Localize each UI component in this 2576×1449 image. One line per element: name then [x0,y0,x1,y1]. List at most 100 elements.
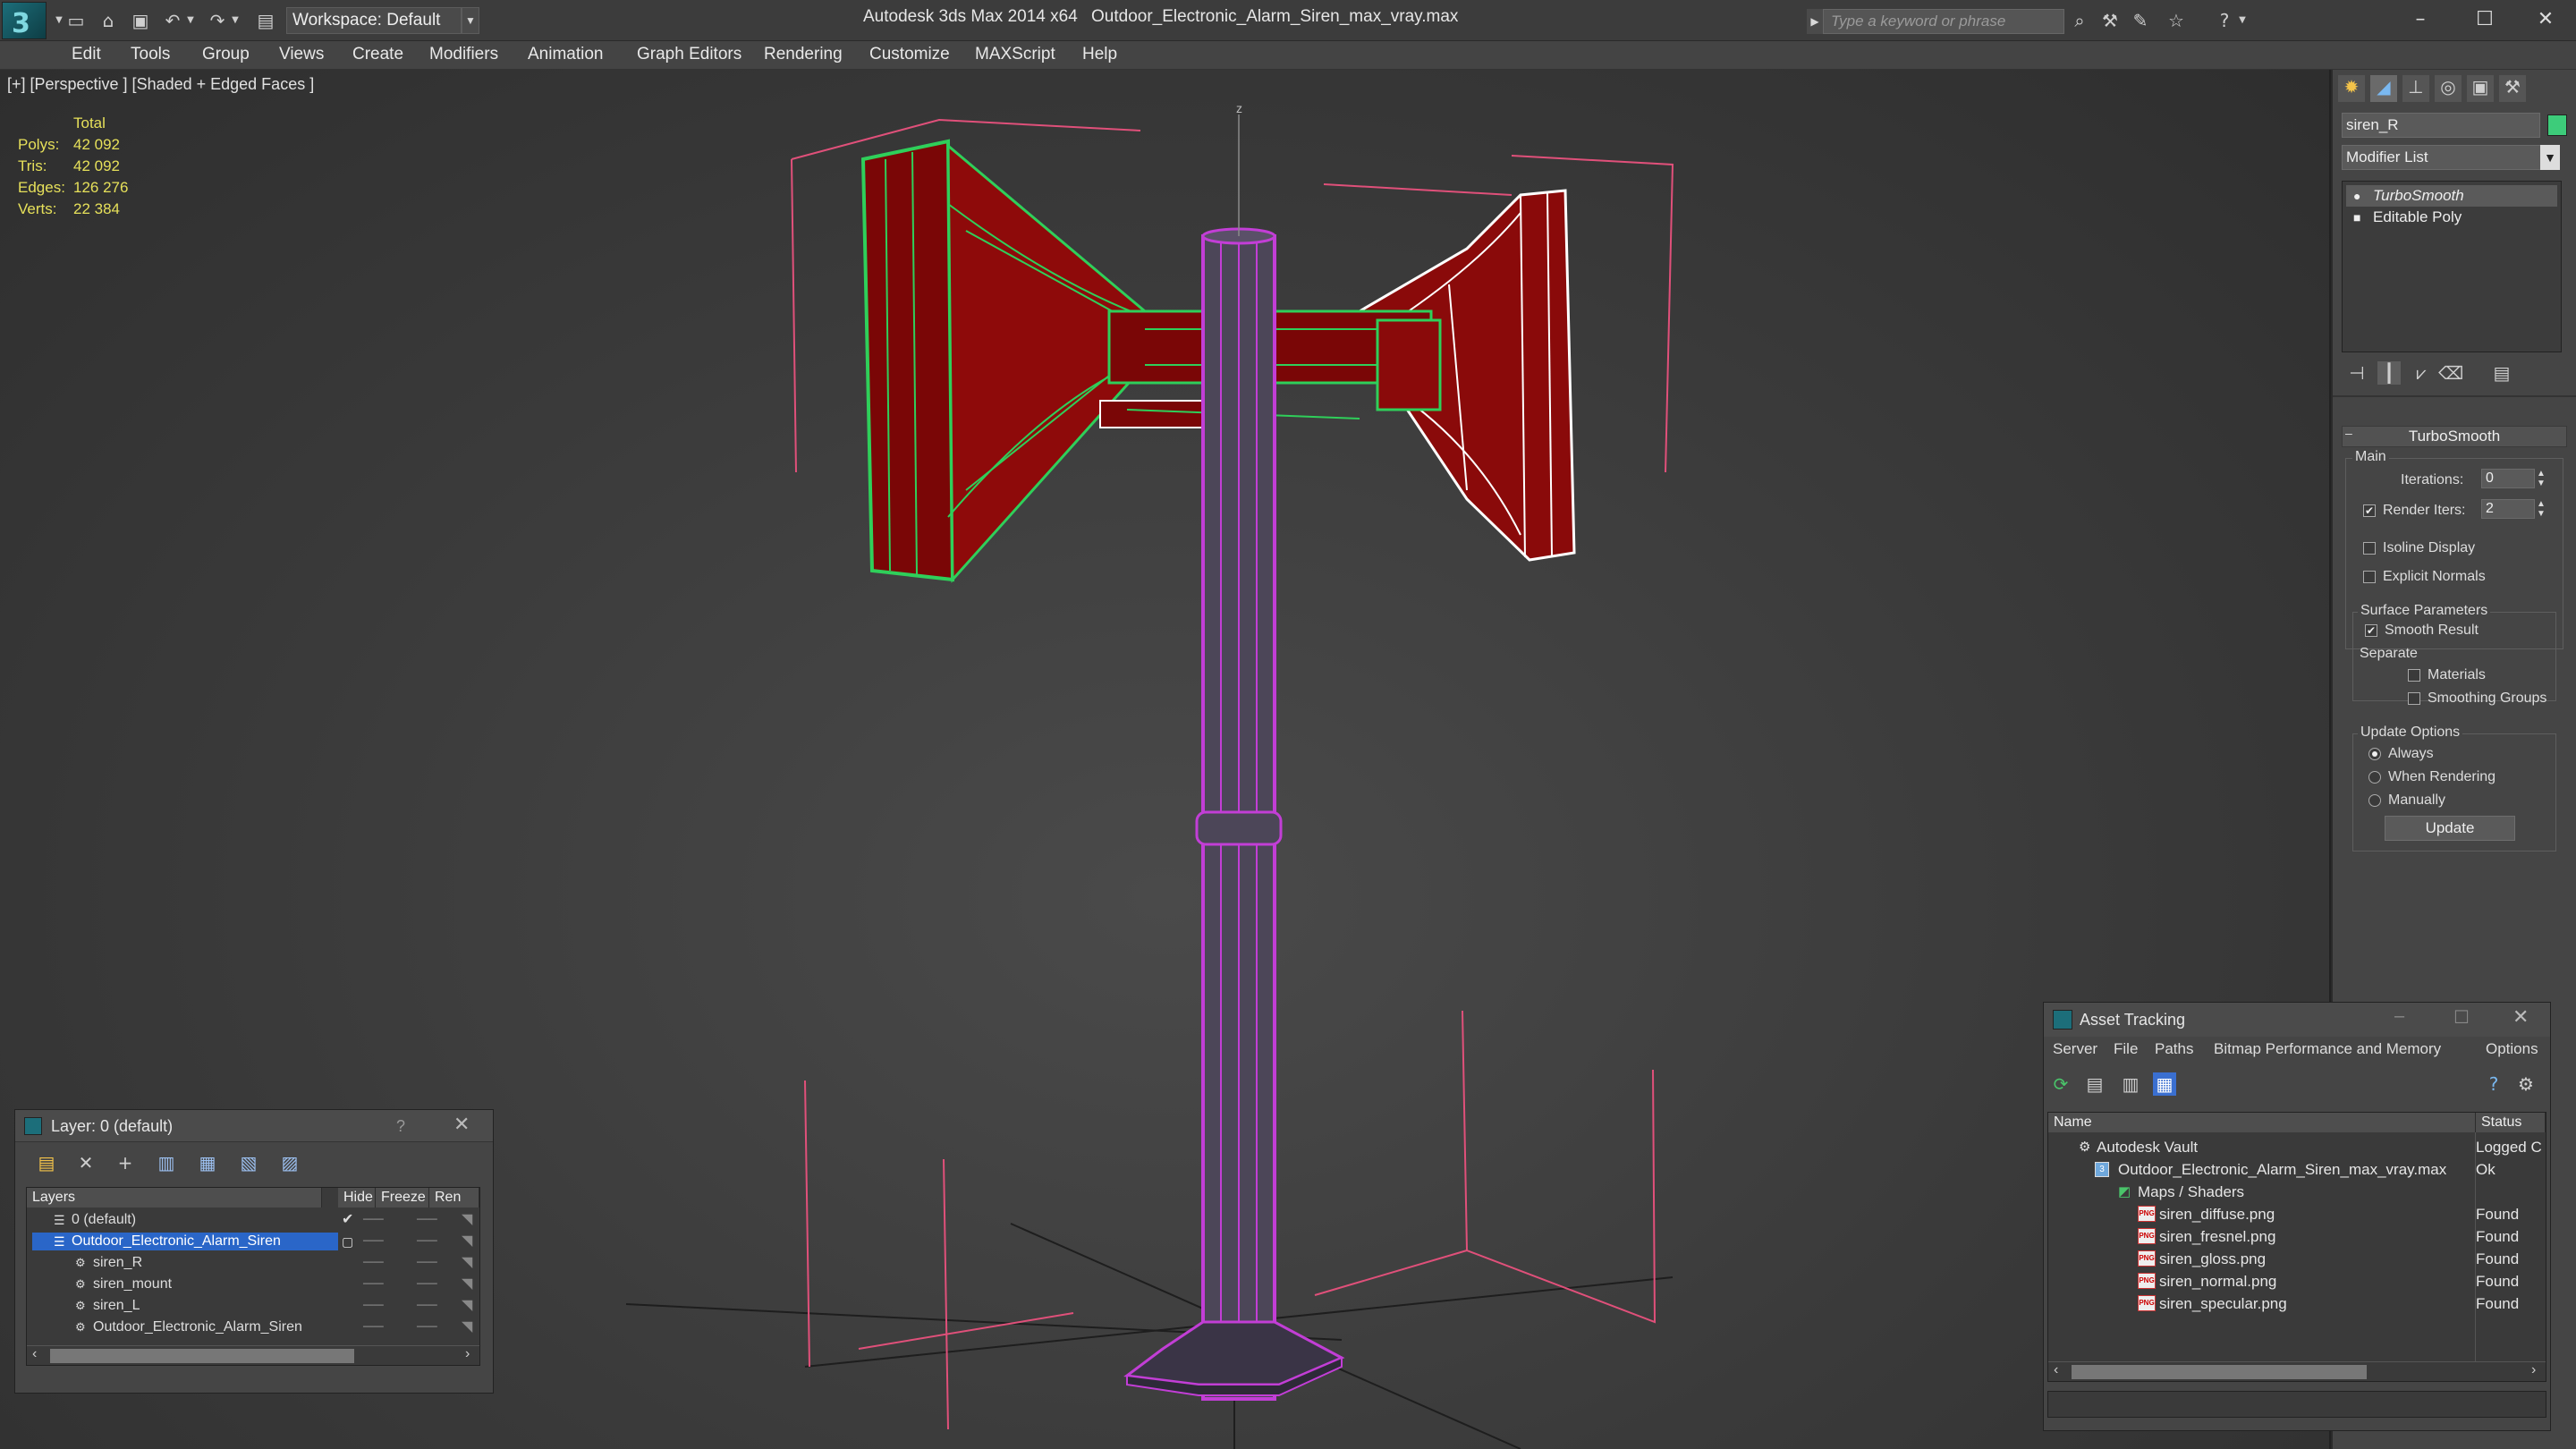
communication-icon[interactable]: ✎ [2129,9,2152,32]
asset-row-maps[interactable]: ◩ Maps / Shaders [2048,1181,2546,1203]
asset-help-icon[interactable]: ? [2482,1072,2505,1096]
render-iters-input[interactable]: 2 [2481,499,2535,519]
list-view-icon[interactable]: ▤ [2083,1072,2106,1096]
menu-modifiers[interactable]: Modifiers [429,45,498,64]
iterations-spinner-icon[interactable]: ▲ ▼ [2537,469,2546,488]
layer-row-siren-r[interactable]: ⚙ siren_R ── ── ◥ [27,1252,479,1274]
help-arrow-icon[interactable]: ▼ [2236,9,2249,32]
asset-path-field[interactable] [2047,1391,2546,1418]
manually-radio[interactable] [2368,794,2381,807]
scroll-left-icon[interactable]: ‹ [32,1346,37,1362]
app-logo-icon[interactable]: 3 [2,2,47,39]
tree-view-icon[interactable]: ▥ [2119,1072,2142,1096]
current-layer-check-icon[interactable]: ✔ [342,1209,353,1231]
asset-row-vault[interactable]: ⚙ Autodesk Vault Logged C [2048,1136,2546,1158]
asset-row-specular[interactable]: PNG siren_specular.png Found [2048,1292,2546,1315]
display-tab-icon[interactable]: ▣ [2467,75,2494,102]
asset-menu-paths[interactable]: Paths [2155,1040,2193,1058]
layer-row-siren-l[interactable]: ⚙ siren_L ── ── ◥ [27,1295,479,1317]
hierarchy-tab-icon[interactable]: ⊥ [2402,75,2429,102]
column-name[interactable]: Name [2048,1113,2476,1132]
undo-icon[interactable]: ↶ [161,9,184,32]
render-toggle-icon[interactable]: ◥ [462,1295,472,1317]
asset-row-fresnel[interactable]: PNG siren_fresnel.png Found [2048,1225,2546,1248]
smooth-result-checkbox[interactable]: ✔ [2365,624,2377,637]
search-expand-icon[interactable]: ▶ [1807,9,1823,34]
utilities-tab-icon[interactable]: ⚒ [2499,75,2526,102]
app-menu-arrow-icon[interactable]: ▼ [54,9,64,32]
show-end-result-icon[interactable]: ┃ [2377,361,2401,385]
asset-row-diffuse[interactable]: PNG siren_diffuse.png Found [2048,1203,2546,1225]
layer-freeze-all-icon[interactable]: ▨ [278,1151,301,1174]
modifier-list-dropdown[interactable]: Modifier List [2342,145,2558,170]
save-file-icon[interactable]: ▣ [129,9,152,32]
object-name-input[interactable]: siren_R [2342,113,2540,138]
menu-tools[interactable]: Tools [131,45,170,64]
column-status[interactable]: Status [2476,1113,2546,1132]
column-hide[interactable]: Hide [338,1188,376,1208]
close-icon[interactable]: ✕ [2519,4,2572,36]
stack-item-editable-poly[interactable]: ■ Editable Poly [2346,207,2557,228]
help-icon[interactable]: ? [2213,9,2236,32]
when-rendering-radio[interactable] [2368,771,2381,784]
refresh-icon[interactable]: ⟳ [2049,1072,2072,1096]
maximize-icon[interactable]: ☐ [2458,4,2512,36]
layer-horizontal-scrollbar[interactable]: ‹ › [27,1345,479,1365]
menu-customize[interactable]: Customize [869,45,950,64]
asset-row-normal[interactable]: PNG siren_normal.png Found [2048,1270,2546,1292]
minimize-icon[interactable]: – [2394,4,2447,36]
asset-close-icon[interactable]: ✕ [2512,1006,2529,1029]
freeze-toggle-icon[interactable]: ── [417,1317,437,1338]
scroll-thumb[interactable] [2072,1365,2367,1379]
undo-arrow-icon[interactable]: ▼ [184,9,197,32]
freeze-toggle-icon[interactable]: ── [417,1295,437,1317]
asset-window-titlebar[interactable]: Asset Tracking – ☐ ✕ [2044,1003,2550,1037]
menu-edit[interactable]: Edit [72,45,101,64]
modify-tab-icon[interactable]: ◢ [2370,75,2397,102]
layer-delete-icon[interactable]: ✕ [74,1151,97,1174]
freeze-toggle-icon[interactable]: ── [417,1252,437,1274]
scroll-left-icon[interactable]: ‹ [2054,1362,2058,1378]
layer-help-icon[interactable]: ? [396,1117,405,1136]
column-freeze[interactable]: Freeze [376,1188,429,1208]
new-file-icon[interactable]: ▭ [64,9,88,32]
modifier-list-arrow-icon[interactable]: ▼ [2540,145,2560,170]
hide-toggle-icon[interactable]: ── [363,1317,384,1338]
smoothing-groups-checkbox[interactable] [2408,692,2420,705]
scroll-right-icon[interactable]: › [2531,1362,2536,1378]
asset-maximize-icon[interactable]: ☐ [2453,1006,2470,1028]
create-tab-icon[interactable]: ✹ [2338,75,2365,102]
freeze-toggle-icon[interactable]: ── [417,1231,437,1252]
isoline-checkbox[interactable] [2363,542,2376,555]
scroll-thumb[interactable] [50,1349,354,1363]
column-render[interactable]: Ren [429,1188,479,1208]
object-color-swatch[interactable] [2547,114,2567,136]
layer-highlight-icon[interactable]: ▦ [196,1151,219,1174]
pin-stack-icon[interactable]: ⊣ [2345,361,2368,385]
project-folder-icon[interactable]: ▤ [254,9,277,32]
motion-tab-icon[interactable]: ◎ [2435,75,2462,102]
configure-sets-icon[interactable]: ▤ [2490,361,2513,385]
layer-row-default[interactable]: ☰ 0 (default) ✔ ── ── ◥ [27,1209,479,1231]
layer-row-siren[interactable]: ☰ Outdoor_Electronic_Alarm_Siren ▢ ── ──… [27,1231,479,1252]
layer-select-objects-icon[interactable]: ▥ [155,1151,178,1174]
search-input[interactable]: Type a keyword or phrase [1823,9,2064,34]
render-toggle-icon[interactable]: ◥ [462,1274,472,1295]
binoculars-icon[interactable]: ⌕ [2068,9,2091,32]
redo-arrow-icon[interactable]: ▼ [229,9,242,32]
render-iters-spinner-icon[interactable]: ▲ ▼ [2537,499,2546,519]
menu-group[interactable]: Group [202,45,250,64]
explicit-normals-checkbox[interactable] [2363,571,2376,583]
asset-row-gloss[interactable]: PNG siren_gloss.png Found [2048,1248,2546,1270]
favorites-star-icon[interactable]: ☆ [2165,9,2188,32]
asset-menu-file[interactable]: File [2114,1040,2138,1058]
asset-row-max-file[interactable]: 3 Outdoor_Electronic_Alarm_Siren_max_vra… [2048,1158,2546,1181]
remove-modifier-icon[interactable]: ⌫ [2438,361,2463,385]
workspace-dropdown-arrow-icon[interactable]: ▼ [462,7,479,34]
asset-settings-icon[interactable]: ⚙ [2514,1072,2538,1096]
workspace-dropdown[interactable]: Workspace: Default [286,7,462,34]
hide-toggle-icon[interactable]: ── [363,1209,384,1231]
render-toggle-icon[interactable]: ◥ [462,1231,472,1252]
render-iters-checkbox[interactable]: ✔ [2363,504,2376,517]
menu-rendering[interactable]: Rendering [764,45,843,64]
